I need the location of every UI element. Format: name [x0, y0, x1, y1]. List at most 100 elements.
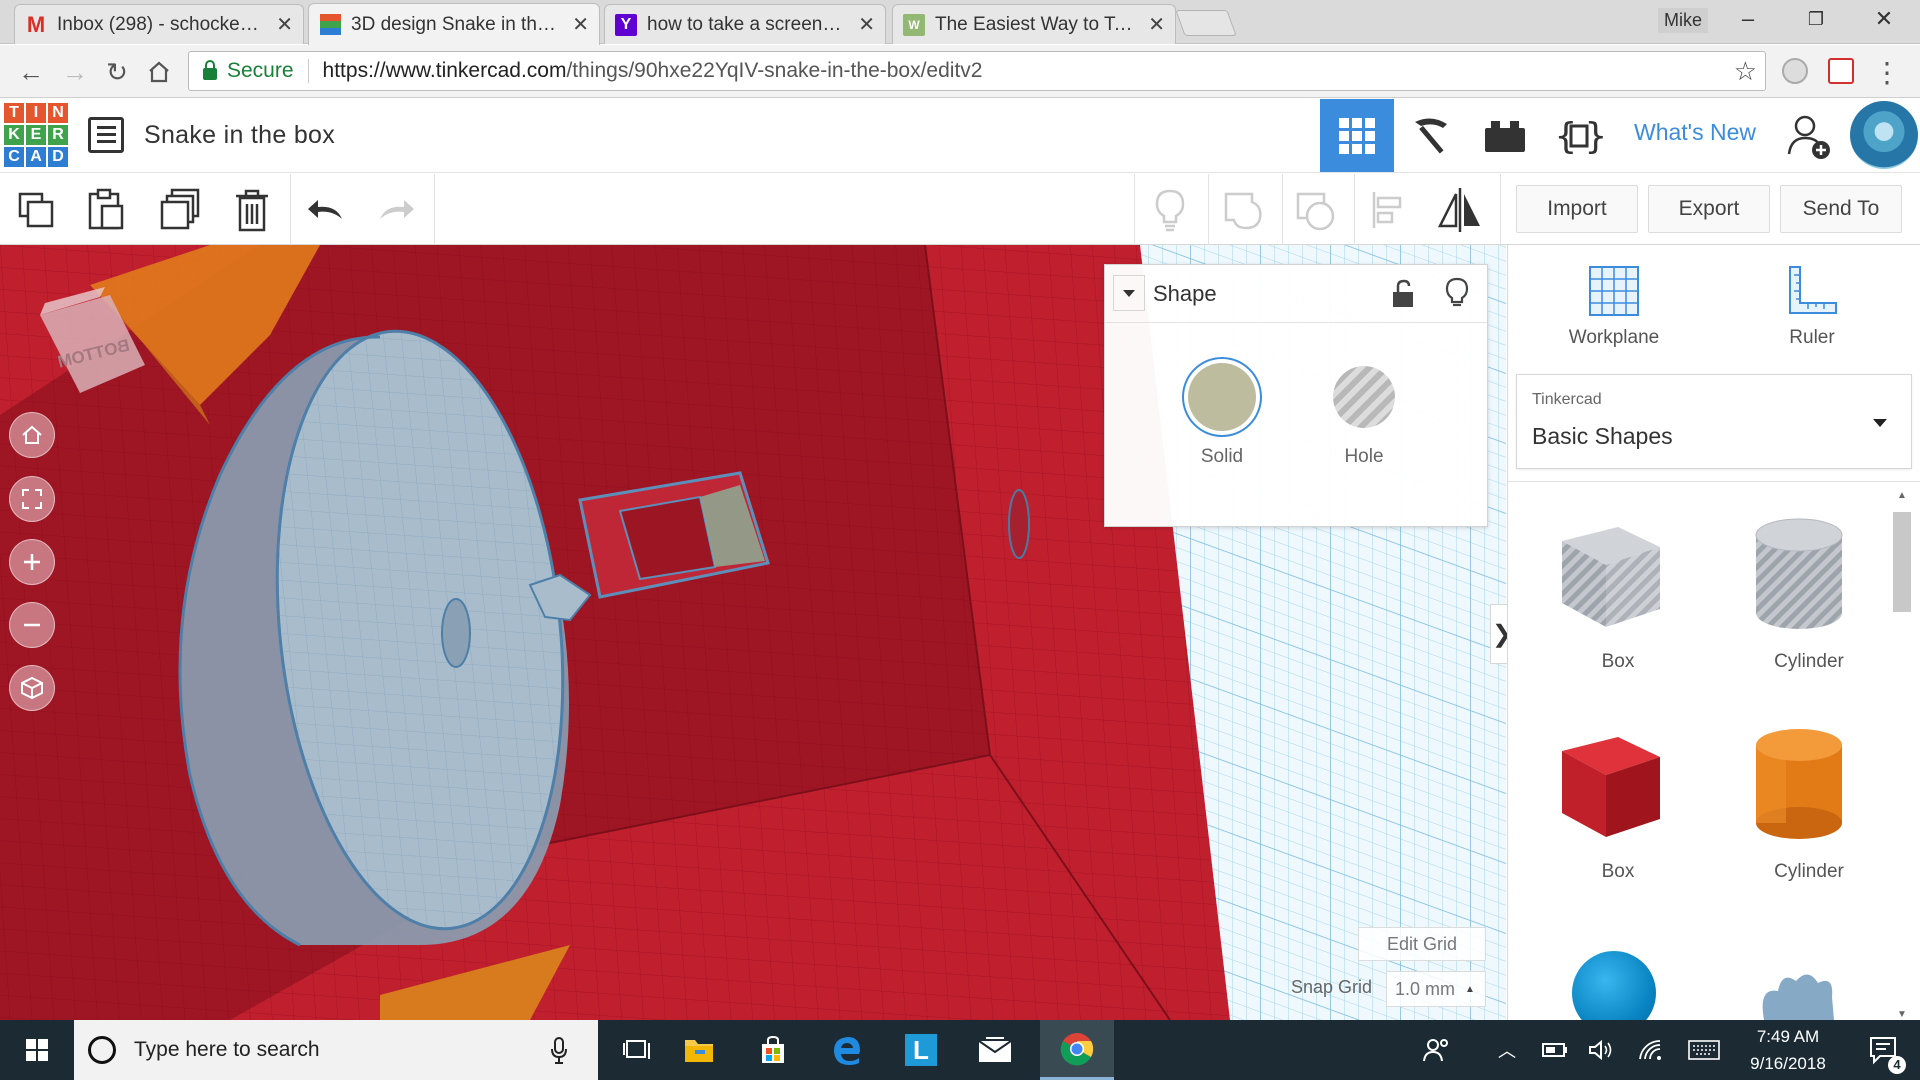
mail-button[interactable]: [958, 1020, 1032, 1080]
close-icon[interactable]: ✕: [1148, 12, 1165, 37]
import-button[interactable]: Import: [1516, 185, 1638, 233]
collapse-inspector-button[interactable]: [1113, 275, 1145, 311]
duplicate-button[interactable]: [154, 184, 206, 236]
3d-design-view-button[interactable]: [1320, 99, 1394, 172]
shape-cylinder-hole[interactable]: [1744, 513, 1854, 638]
scrollbar-thumb[interactable]: [1893, 512, 1911, 612]
delete-button[interactable]: [226, 184, 278, 236]
scroll-up-icon[interactable]: ▲: [1897, 490, 1907, 501]
mirror-button[interactable]: [1434, 184, 1486, 236]
browser-tab-wikihow[interactable]: W The Easiest Way to Take a ✕: [892, 4, 1176, 44]
ruler-label: Ruler: [1789, 327, 1835, 348]
minimize-icon[interactable]: –: [1728, 6, 1768, 32]
undo-button[interactable]: [300, 184, 352, 236]
zoom-out-button[interactable]: [9, 602, 55, 648]
align-button[interactable]: [1362, 184, 1414, 236]
close-window-icon[interactable]: ✕: [1864, 6, 1904, 32]
edit-grid-button[interactable]: Edit Grid: [1358, 927, 1486, 961]
home-icon[interactable]: [142, 55, 176, 89]
group-icon: [1224, 192, 1262, 230]
close-icon[interactable]: ✕: [858, 12, 875, 37]
box-hole-icon: [1562, 527, 1660, 627]
whats-new-link[interactable]: What's New: [1630, 119, 1756, 146]
shape-box[interactable]: [1548, 723, 1668, 848]
bookmark-star-icon[interactable]: ☆: [1734, 56, 1757, 87]
chrome-button[interactable]: [1040, 1020, 1114, 1080]
volume-icon[interactable]: [1576, 1020, 1626, 1080]
start-button[interactable]: [0, 1020, 74, 1080]
notes-button[interactable]: [1144, 184, 1196, 236]
tinkercad-logo[interactable]: T I N K E R C A D: [4, 103, 68, 167]
clock-time[interactable]: 7:49 AM: [1728, 1027, 1848, 1047]
fit-view-button[interactable]: [9, 476, 55, 522]
reload-icon[interactable]: ↻: [100, 55, 134, 89]
hole-swatch[interactable]: [1333, 366, 1395, 428]
action-center-button[interactable]: 4: [1846, 1020, 1920, 1080]
back-icon[interactable]: ←: [14, 55, 48, 89]
right-panel: Workplane Ruler Tinkercad Basic Shapes B…: [1507, 245, 1920, 1020]
ruler-icon: [1789, 266, 1837, 314]
divider: [307, 59, 309, 83]
secure-label: Secure: [227, 59, 294, 82]
edge-button[interactable]: [810, 1020, 884, 1080]
redo-button[interactable]: [370, 184, 422, 236]
minecraft-pickaxe-button[interactable]: [1394, 99, 1468, 172]
ungroup-button[interactable]: [1290, 184, 1342, 236]
shape-sphere[interactable]: [1572, 951, 1658, 1020]
invite-user-button[interactable]: [1772, 99, 1846, 172]
battery-icon[interactable]: [1530, 1020, 1580, 1080]
export-button[interactable]: Export: [1648, 185, 1770, 233]
menu-dots-icon[interactable]: ⋮: [1870, 55, 1904, 89]
ruler-button[interactable]: [1786, 265, 1838, 322]
shape-cylinder[interactable]: [1744, 723, 1854, 848]
wifi-icon[interactable]: [1626, 1020, 1676, 1080]
copy-button[interactable]: [10, 184, 62, 236]
scroll-down-icon[interactable]: ▼: [1897, 1009, 1907, 1020]
new-tab-button[interactable]: [1175, 10, 1237, 36]
browser-tab-gmail[interactable]: M Inbox (298) - schockenter ✕: [14, 4, 304, 44]
restore-icon[interactable]: ❐: [1796, 9, 1836, 30]
shape-scribble[interactable]: [1748, 967, 1848, 1025]
url-field[interactable]: Secure https://www.tinkercad.com/things/…: [188, 51, 1766, 91]
taskbar-search[interactable]: Type here to search: [74, 1020, 598, 1080]
window-user-label[interactable]: Mike: [1658, 8, 1709, 33]
forward-icon[interactable]: →: [58, 55, 92, 89]
design-list-icon[interactable]: [88, 117, 124, 153]
solid-color-swatch[interactable]: [1188, 363, 1256, 431]
send-to-button[interactable]: Send To: [1780, 185, 1902, 233]
paste-button[interactable]: [80, 184, 132, 236]
pocket-icon[interactable]: [1828, 58, 1854, 84]
keyboard-icon[interactable]: [1676, 1020, 1732, 1080]
snap-grid-select[interactable]: 1.0 mm ▲: [1386, 971, 1486, 1007]
browser-tab-yahoo[interactable]: Y how to take a screenshot ✕: [604, 4, 886, 44]
shape-library-select[interactable]: Tinkercad Basic Shapes: [1516, 374, 1912, 469]
close-icon[interactable]: ✕: [572, 12, 589, 37]
chevron-up-icon[interactable]: ︿: [1484, 1020, 1530, 1080]
workplane-button[interactable]: [1588, 265, 1640, 322]
caret-up-icon: ▲: [1465, 983, 1475, 995]
close-icon[interactable]: ✕: [276, 12, 293, 37]
design-title[interactable]: Snake in the box: [144, 121, 335, 150]
editor-toolbar: Import Export Send To: [0, 174, 1920, 245]
unlock-icon[interactable]: [1391, 279, 1415, 309]
people-button[interactable]: [1412, 1020, 1462, 1080]
clock-date[interactable]: 9/16/2018: [1728, 1054, 1848, 1074]
store-button[interactable]: [736, 1020, 810, 1080]
browser-tab-tinkercad[interactable]: 3D design Snake in the b ✕: [308, 3, 600, 45]
user-avatar[interactable]: [1850, 101, 1918, 169]
extension-icon[interactable]: [1782, 58, 1808, 84]
divider: [1508, 481, 1920, 482]
group-button[interactable]: [1218, 184, 1270, 236]
home-view-button[interactable]: [9, 412, 55, 458]
lightbulb-icon[interactable]: [1445, 277, 1469, 309]
perspective-button[interactable]: [9, 665, 55, 711]
gmail-icon: M: [26, 11, 46, 37]
file-explorer-button[interactable]: [662, 1020, 736, 1080]
lego-bricks-button[interactable]: [1468, 99, 1542, 172]
app-l-button[interactable]: L: [884, 1020, 958, 1080]
codeblocks-button[interactable]: {}: [1542, 99, 1616, 172]
library-name: Basic Shapes: [1532, 423, 1673, 449]
shape-box-hole[interactable]: [1548, 513, 1668, 638]
zoom-in-button[interactable]: [9, 539, 55, 585]
notification-count: 4: [1888, 1056, 1906, 1074]
